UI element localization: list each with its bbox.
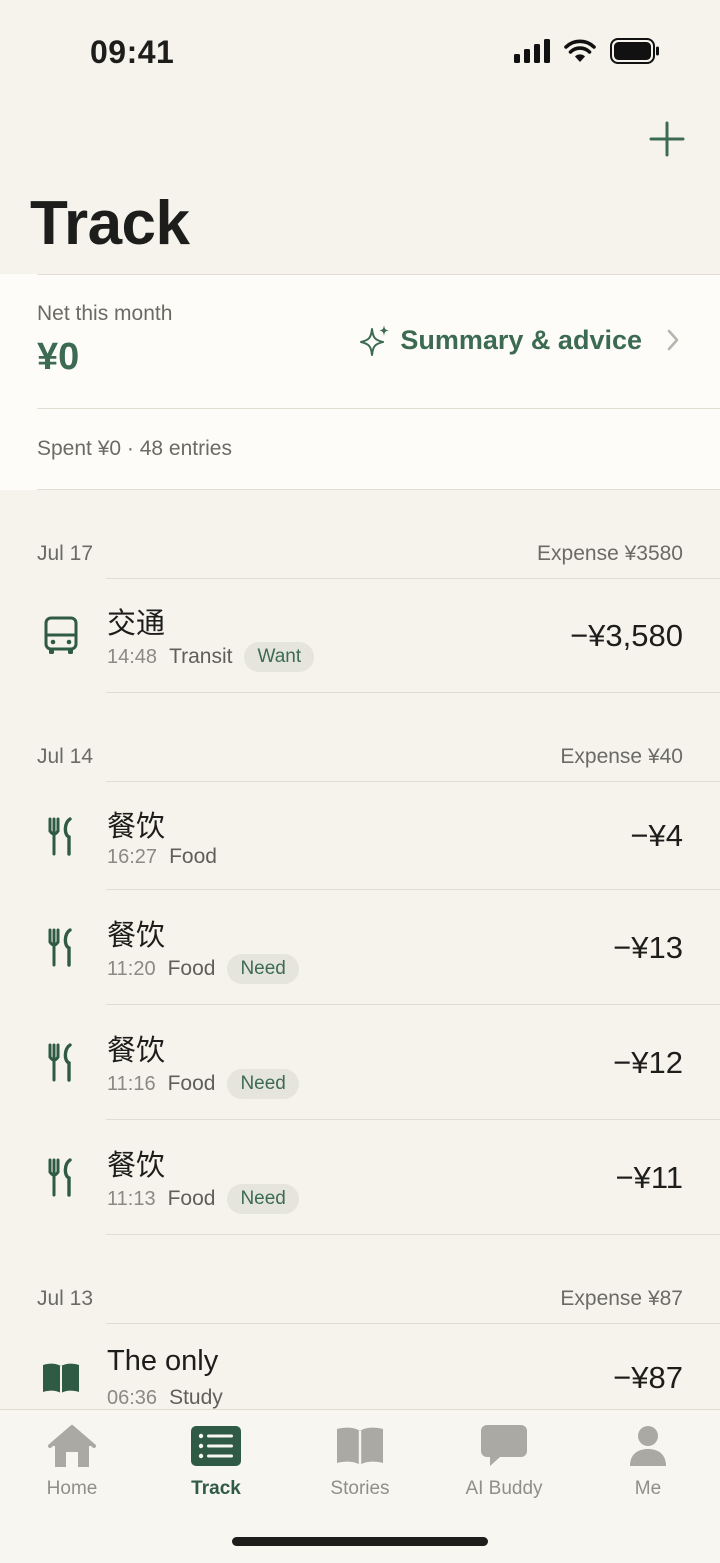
entry-meta: 11:20 Food Need: [107, 954, 299, 984]
entry-category: Food: [169, 845, 217, 868]
divider: [106, 578, 720, 579]
divider: [106, 889, 720, 890]
tab-label: AI Buddy: [465, 1478, 543, 1499]
entry-title: 餐饮: [107, 1150, 166, 1182]
entry-meta: 14:48 Transit Want: [107, 642, 315, 672]
entry-category: Food: [167, 957, 216, 980]
entry-meta: 16:27 Food: [107, 845, 217, 869]
summary-advice-button[interactable]: Summary & advice: [360, 324, 686, 356]
divider: [37, 489, 720, 490]
day-total: Expense ¥87: [560, 1287, 683, 1310]
entry-meta: 11:16 Food Need: [107, 1069, 299, 1099]
tab-ai-buddy[interactable]: AI Buddy: [432, 1410, 576, 1520]
entry-title: The only: [107, 1345, 219, 1377]
entry-time: 06:36: [107, 1386, 158, 1409]
tab-label: Home: [46, 1478, 98, 1499]
day-date: Jul 13: [37, 1287, 94, 1310]
entry-time: 11:20: [107, 957, 156, 980]
entry-title: 交通: [107, 608, 166, 640]
entry-meta: 11:13 Food Need: [107, 1184, 299, 1214]
entry-amount: −¥87: [613, 1360, 683, 1395]
entry-amount: −¥12: [613, 1045, 683, 1080]
entry-title: 餐饮: [107, 1035, 166, 1067]
fork-knife-icon: [48, 928, 72, 967]
tab-label: Me: [634, 1478, 662, 1499]
day-date: Jul 14: [37, 745, 94, 768]
tab-me[interactable]: Me: [576, 1410, 720, 1520]
day-total: Expense ¥40: [560, 745, 683, 768]
divider: [106, 1323, 720, 1324]
divider: [106, 1119, 720, 1120]
entry-time: 11:16: [107, 1072, 156, 1095]
tab-track[interactable]: Track: [144, 1410, 288, 1520]
entry-title: 餐饮: [107, 811, 166, 843]
entry-amount: −¥3,580: [570, 618, 683, 653]
tab-stories[interactable]: Stories: [288, 1410, 432, 1520]
spent-summary: Spent ¥0 · 48 entries: [37, 437, 232, 460]
summary-advice-label: Summary & advice: [400, 324, 642, 355]
tab-label: Stories: [330, 1478, 390, 1499]
entry-category: Study: [169, 1386, 223, 1409]
divider: [37, 274, 720, 275]
day-header: Jul 17 Expense ¥3580: [37, 542, 683, 566]
page-title: Track: [30, 189, 190, 258]
entry-category: Transit: [169, 645, 233, 668]
fork-knife-icon: [48, 1158, 72, 1197]
divider: [37, 408, 720, 409]
battery-icon: [610, 38, 659, 64]
want-need-tag: Need: [227, 954, 299, 984]
status-time: 09:41: [90, 34, 175, 70]
book-icon: [43, 1363, 79, 1393]
home-indicator: [232, 1537, 488, 1546]
entry-amount: −¥4: [630, 818, 683, 853]
net-month-value: ¥0: [37, 336, 80, 378]
want-need-tag: Need: [227, 1069, 299, 1099]
net-month-label: Net this month: [37, 302, 173, 325]
bus-icon: [44, 616, 78, 654]
status-bar: 09:41: [0, 0, 720, 100]
entry-time: 16:27: [107, 845, 158, 868]
day-header: Jul 14 Expense ¥40: [37, 745, 683, 769]
person-icon: [630, 1426, 666, 1466]
day-total: Expense ¥3580: [537, 542, 683, 565]
entry-time: 11:13: [107, 1187, 156, 1210]
chat-bubble-icon: [481, 1425, 527, 1466]
entry-meta: 06:36 Study: [107, 1386, 223, 1410]
day-header: Jul 13 Expense ¥87: [37, 1287, 683, 1311]
want-need-tag: Need: [227, 1184, 299, 1214]
entry-amount: −¥11: [615, 1160, 683, 1195]
divider: [106, 1234, 720, 1235]
day-date: Jul 17: [37, 542, 94, 565]
divider: [106, 1004, 720, 1005]
add-entry-button[interactable]: [648, 120, 686, 158]
want-need-tag: Want: [244, 642, 315, 672]
divider: [106, 692, 720, 693]
book-icon: [337, 1427, 383, 1465]
status-icons: [514, 38, 660, 64]
entry-amount: −¥13: [613, 930, 683, 965]
fork-knife-icon: [48, 817, 72, 856]
entry-time: 14:48: [107, 645, 158, 668]
list-icon: [191, 1426, 241, 1466]
chevron-right-icon: [667, 329, 679, 351]
entry-title: 餐饮: [107, 920, 166, 952]
fork-knife-icon: [48, 1043, 72, 1082]
signal-icon: [514, 39, 550, 63]
wifi-icon: [564, 39, 596, 62]
divider: [106, 781, 720, 782]
entry-category: Food: [167, 1072, 216, 1095]
home-icon: [48, 1425, 96, 1467]
tab-label: Track: [191, 1478, 241, 1499]
sparkle-icon: [360, 325, 390, 356]
tab-home[interactable]: Home: [0, 1410, 144, 1520]
entry-category: Food: [167, 1187, 216, 1210]
